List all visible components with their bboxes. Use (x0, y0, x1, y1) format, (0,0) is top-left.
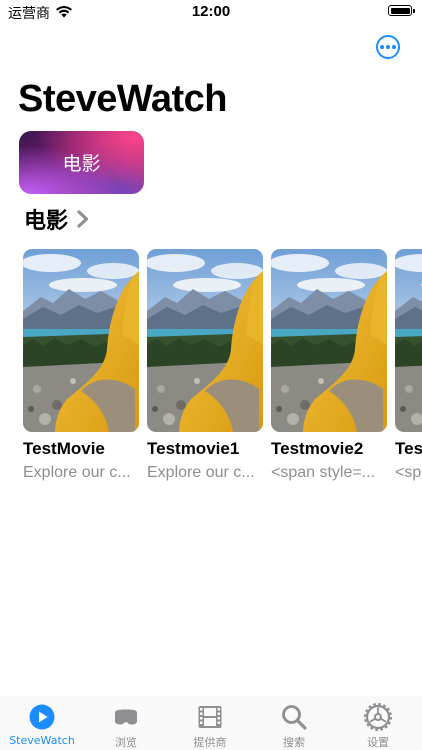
tab-stevewatch[interactable]: SteveWatch (0, 696, 84, 750)
status-bar: 运营商 12:00 (0, 0, 422, 24)
ellipsis-dot (392, 45, 396, 49)
clock: 12:00 (191, 3, 231, 20)
movie-title: Testmovie2 (271, 439, 364, 458)
tab-bar: SteveWatch 浏览 提供商 搜索 设置 (0, 696, 422, 750)
battery-icon (388, 5, 415, 16)
tab-browse[interactable]: 浏览 (84, 696, 168, 750)
ellipsis-dot (386, 45, 390, 49)
search-icon (282, 705, 307, 730)
tab-label: 设置 (367, 736, 389, 749)
gear-icon (364, 703, 392, 731)
movie-card[interactable]: Tes <sp (395, 249, 422, 482)
ellipsis-icon (380, 45, 384, 49)
tab-label: 提供商 (193, 736, 227, 749)
category-chip-movies[interactable]: 电影 (19, 131, 144, 194)
tab-label: SteveWatch (9, 734, 75, 747)
movie-carousel[interactable]: TestMovie Explore our c... Testmovie1 Ex… (23, 249, 422, 489)
movie-description: <sp (395, 464, 422, 481)
movie-poster (147, 249, 263, 432)
chevron-right-icon (77, 210, 89, 228)
movie-poster (395, 249, 422, 432)
tab-providers[interactable]: 提供商 (168, 696, 252, 750)
play-circle-icon (29, 704, 55, 730)
movie-title: Tes (395, 439, 422, 458)
movie-card[interactable]: Testmovie1 Explore our c... (147, 249, 263, 482)
tab-label: 搜索 (283, 736, 305, 749)
movie-poster (23, 249, 139, 432)
tab-settings[interactable]: 设置 (336, 696, 420, 750)
movie-poster (271, 249, 387, 432)
category-chip-label: 电影 (62, 153, 101, 175)
movie-title: TestMovie (23, 439, 105, 458)
vr-headset-icon (115, 709, 137, 725)
more-options-button[interactable] (376, 35, 400, 59)
movie-card[interactable]: Testmovie2 <span style=... (271, 249, 387, 482)
movie-title: Testmovie1 (147, 439, 240, 458)
movie-card[interactable]: TestMovie Explore our c... (23, 249, 139, 482)
tab-search[interactable]: 搜索 (252, 696, 336, 750)
page-title: SteveWatch (18, 78, 228, 120)
movie-description: Explore our c... (23, 464, 131, 481)
movie-description: <span style=... (271, 464, 376, 481)
film-icon (198, 706, 222, 728)
tab-label: 浏览 (115, 736, 137, 749)
movie-description: Explore our c... (147, 464, 255, 481)
section-header-movies[interactable]: 电影 (24, 204, 90, 234)
section-title: 电影 (24, 209, 69, 234)
